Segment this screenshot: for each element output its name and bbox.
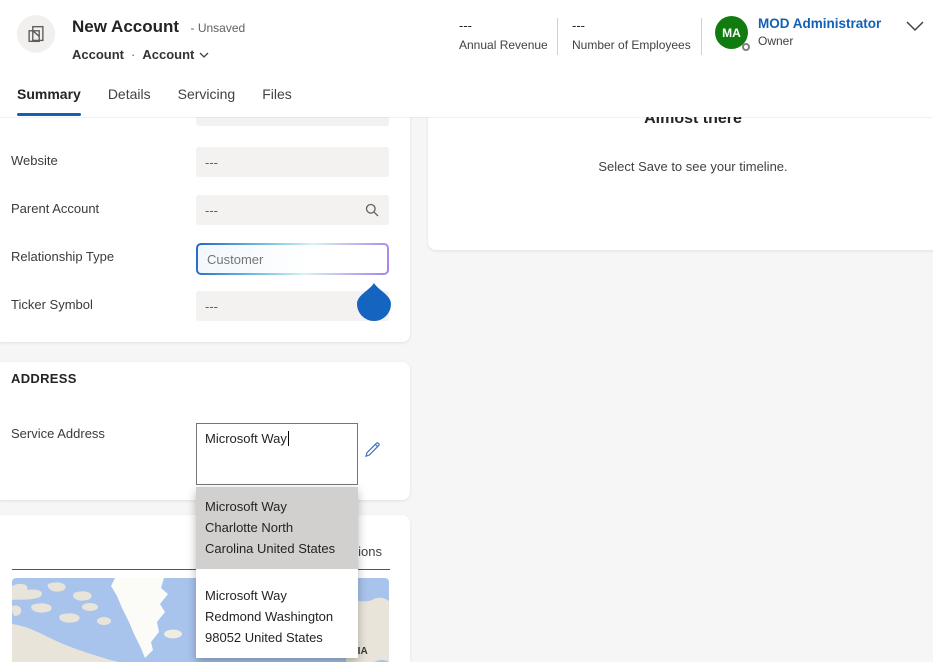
touch-cursor-droplet-icon [357,283,391,321]
owner-role-label: Owner [758,34,794,48]
tab-summary[interactable]: Summary [17,86,81,116]
timeline-empty-title: Almost there [644,117,742,127]
annual-revenue-stat: --- Annual Revenue [459,18,548,52]
address-suggestions-dropdown: Microsoft Way Charlotte North Carolina U… [196,487,358,658]
service-address-input[interactable]: Microsoft Way [196,423,358,485]
tab-files[interactable]: Files [262,86,292,114]
address-suggestion-item[interactable]: Microsoft Way Charlotte North Carolina U… [196,487,358,569]
owner-block[interactable]: MA MOD Administrator Owner [715,16,881,51]
header-divider [701,18,702,55]
edit-address-button[interactable] [363,440,382,459]
form-selector-label: Account [142,47,195,62]
subtitle-separator: · [131,47,136,62]
suggestion-line: Microsoft Way [205,588,287,603]
relationship-type-label: Relationship Type [11,249,115,264]
suggestion-line: 98052 United States [205,630,323,645]
clipped-field-input[interactable] [196,117,389,126]
annual-revenue-label: Annual Revenue [459,38,548,52]
account-entity-icon [17,15,55,53]
ticker-symbol-label: Ticker Symbol [11,297,93,312]
service-address-label: Service Address [11,426,105,441]
website-value: --- [205,154,218,170]
address-section-card: ADDRESS Service Address Microsoft Way [0,362,410,500]
owner-avatar: MA [715,16,750,51]
suggestion-line: Redmond Washington [205,609,334,624]
record-subtitle: Account · Account [72,47,209,62]
page-title: New Account [72,17,180,36]
timeline-card: Almost there Select Save to see your tim… [428,117,933,250]
presence-badge-icon [742,43,750,51]
annual-revenue-value: --- [459,18,472,33]
address-suggestion-item[interactable]: Microsoft Way Redmond Washington 98052 U… [196,576,358,658]
form-selector[interactable]: Account [142,47,209,62]
ticker-symbol-value: --- [205,298,218,314]
record-title-row: New Account - Unsaved [72,17,245,37]
search-icon[interactable] [364,202,380,218]
pencil-icon [365,442,380,458]
record-header: New Account - Unsaved Account · Account … [0,0,933,117]
text-caret [287,431,289,446]
entity-type-label: Account [72,47,124,62]
employees-label: Number of Employees [572,38,691,52]
account-entity-glyph [28,25,44,43]
parent-account-input[interactable]: --- [196,195,389,225]
collapse-header-button[interactable] [905,20,925,32]
relationship-type-value: Customer [198,245,387,273]
form-body: Website --- Parent Account --- Relations… [0,117,933,662]
tab-details[interactable]: Details [108,86,151,114]
parent-account-value: --- [205,202,218,218]
employees-stat: --- Number of Employees [572,18,691,52]
parent-account-label: Parent Account [11,201,100,216]
tab-servicing[interactable]: Servicing [178,86,236,114]
owner-name-link[interactable]: MOD Administrator [758,16,881,31]
dropdown-gap [196,569,358,576]
suggestion-line: Carolina United States [205,541,336,556]
suggestion-line: Microsoft Way [205,499,287,514]
form-tabs: Summary Details Servicing Files [17,86,292,116]
owner-text: MOD Administrator Owner [758,16,881,49]
avatar-initials: MA [722,25,741,40]
relationship-type-input[interactable]: Customer [196,243,389,275]
chevron-down-icon [906,21,924,32]
chevron-down-icon [199,52,209,58]
header-divider [557,18,558,55]
service-address-value: Microsoft Way [205,431,287,446]
suggestion-line: Charlotte North [205,520,294,535]
timeline-empty-subtitle: Select Save to see your timeline. [598,159,788,174]
website-label: Website [11,153,58,168]
general-section-card: Website --- Parent Account --- Relations… [0,117,410,342]
address-section-title: ADDRESS [11,371,77,386]
unsaved-status: - Unsaved [190,21,246,35]
website-input[interactable]: --- [196,147,389,177]
employees-value: --- [572,18,585,33]
